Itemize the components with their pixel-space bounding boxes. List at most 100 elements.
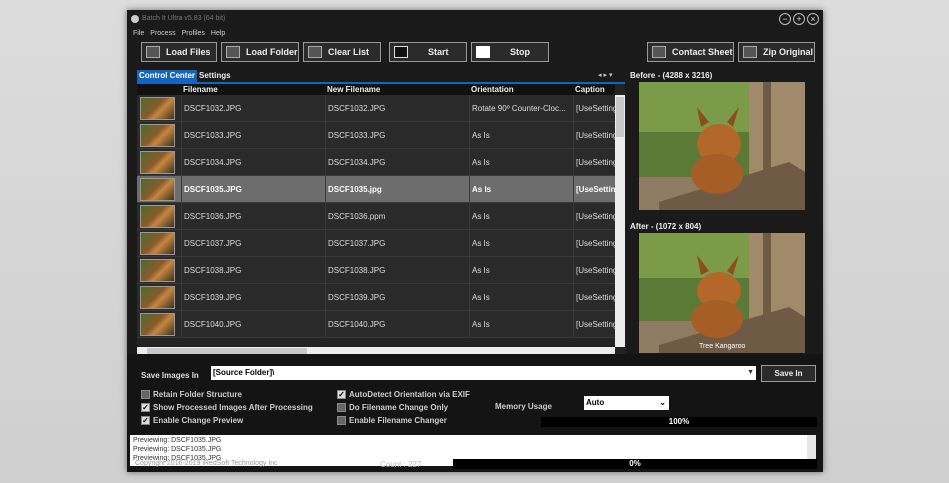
- column-new-filename[interactable]: New Filename: [327, 85, 380, 94]
- toolbar: Load Files Load Folder Clear List Start …: [139, 42, 819, 62]
- save-in-button[interactable]: Save In: [761, 365, 816, 382]
- maximize-icon[interactable]: +: [793, 13, 805, 25]
- window-title: Batch It Ultra v5.83 (64 bit): [142, 15, 226, 22]
- process-progress-bar: 0%: [453, 459, 817, 469]
- cell-orientation: As Is: [469, 230, 573, 257]
- cell-caption: [UseSetting: [573, 95, 615, 122]
- filename-changer-label: Enable Filename Changer: [349, 416, 447, 425]
- checkbox-icon: [337, 403, 346, 412]
- cell-new-filename: DSCF1033.JPG: [325, 122, 469, 149]
- start-button[interactable]: Start: [389, 42, 467, 62]
- zip-icon: [743, 46, 757, 58]
- document-icon: [308, 46, 322, 58]
- cell-caption: [UseSetting: [573, 122, 615, 149]
- cell-caption: [UseSetting: [573, 257, 615, 284]
- contact-sheet-button[interactable]: Contact Sheet: [647, 42, 734, 62]
- background: Batch It Ultra v5.83 (64 bit) − + × File…: [0, 0, 949, 483]
- before-image: [639, 82, 805, 210]
- cell-caption: [UseSetting: [573, 230, 615, 257]
- cell-new-filename: DSCF1038.JPG: [325, 257, 469, 284]
- grid-icon: [652, 46, 666, 58]
- table-row[interactable]: DSCF1036.JPG DSCF1036.ppm As Is [UseSetting: [137, 203, 615, 230]
- table-row[interactable]: DSCF1035.JPGDSCF1035.jpgAs Is[UseSetting: [137, 176, 615, 203]
- column-filename[interactable]: Filename: [183, 85, 218, 94]
- cell-orientation: As Is: [469, 311, 573, 338]
- table-row[interactable]: DSCF1034.JPG DSCF1034.JPG As Is [UseSetting: [137, 149, 615, 176]
- app-window: Batch It Ultra v5.83 (64 bit) − + × File…: [127, 10, 823, 472]
- thumbnail-image: [140, 205, 175, 228]
- table-row[interactable]: DSCF1033.JPG DSCF1033.JPG As Is [UseSetting: [137, 122, 615, 149]
- chevron-down-icon[interactable]: ▼: [747, 366, 754, 380]
- filename-only-checkbox[interactable]: Do Filename Change Only: [337, 403, 448, 412]
- menu-profiles[interactable]: Profiles: [182, 30, 205, 37]
- cell-new-filename: DSCF1040.JPG: [325, 311, 469, 338]
- grid-body: DSCF1032.JPG DSCF1032.JPG Rotate 90º Count…: [137, 95, 615, 347]
- cell-caption: [UseSetting: [573, 149, 615, 176]
- table-row[interactable]: DSCF1039.JPG DSCF1039.JPG As Is [UseSetting: [137, 284, 615, 311]
- column-caption[interactable]: Caption: [575, 85, 605, 94]
- copyright-text: Copyright 2016-2019 iRedSoft Technology …: [135, 460, 278, 467]
- image-icon: [146, 46, 160, 58]
- load-folder-button[interactable]: Load Folder: [221, 42, 299, 62]
- enable-preview-checkbox[interactable]: ✓ Enable Change Preview: [141, 416, 243, 425]
- cell-filename: DSCF1038.JPG: [181, 257, 325, 284]
- thumbnail-image: [140, 97, 175, 120]
- column-orientation[interactable]: Orientation: [471, 85, 514, 94]
- kangaroo-photo-after: [639, 233, 805, 353]
- retain-folder-checkbox[interactable]: Retain Folder Structure: [141, 390, 242, 399]
- cell-orientation: As Is: [469, 284, 573, 311]
- cell-filename: DSCF1035.JPG: [181, 176, 325, 203]
- cell-new-filename: DSCF1039.JPG: [325, 284, 469, 311]
- log-line: Previewing: DSCF1035.JPG: [133, 446, 222, 453]
- title-bar: Batch It Ultra v5.83 (64 bit) − + ×: [127, 10, 823, 28]
- memory-usage-label: Memory Usage: [495, 402, 552, 411]
- tab-control-center[interactable]: Control Center: [137, 70, 197, 82]
- load-folder-label: Load Folder: [246, 47, 298, 57]
- cell-filename: DSCF1034.JPG: [181, 149, 325, 176]
- checkbox-icon: [337, 416, 346, 425]
- cell-filename: DSCF1032.JPG: [181, 95, 325, 122]
- minimize-icon[interactable]: −: [779, 13, 791, 25]
- table-row[interactable]: DSCF1038.JPG DSCF1038.JPG As Is [UseSetting: [137, 257, 615, 284]
- cell-new-filename: DSCF1032.JPG: [325, 95, 469, 122]
- bottom-panel: Save Images In [Source Folder]\ ▼ Save I…: [127, 354, 823, 472]
- thumbnail-image: [140, 259, 175, 282]
- load-files-button[interactable]: Load Files: [141, 42, 217, 62]
- grid-vertical-scrollbar[interactable]: [615, 95, 625, 347]
- zip-original-button[interactable]: Zip Original: [738, 42, 815, 62]
- menu-help[interactable]: Help: [211, 30, 225, 37]
- save-folder-combo[interactable]: [Source Folder]\ ▼: [211, 366, 756, 380]
- menu-file[interactable]: File: [133, 30, 144, 37]
- close-icon[interactable]: ×: [807, 13, 819, 25]
- cell-new-filename: DSCF1034.JPG: [325, 149, 469, 176]
- play-icon: [394, 46, 408, 58]
- cell-filename: DSCF1040.JPG: [181, 311, 325, 338]
- checkbox-checked-icon: ✓: [141, 403, 150, 412]
- tab-scroll-arrows[interactable]: ◂▸▾: [598, 71, 615, 79]
- menu-process[interactable]: Process: [150, 30, 175, 37]
- stop-button[interactable]: Stop: [471, 42, 549, 62]
- memory-usage-select[interactable]: Auto ⌄: [584, 396, 669, 410]
- thumbnail-image: [140, 124, 175, 147]
- checkbox-checked-icon: ✓: [337, 390, 346, 399]
- chevron-down-icon[interactable]: ⌄: [659, 396, 666, 410]
- show-processed-checkbox[interactable]: ✓ Show Processed Images After Processing: [141, 403, 313, 412]
- scrollbar-thumb[interactable]: [616, 97, 624, 137]
- thumbnail-image: [140, 232, 175, 255]
- filename-changer-checkbox[interactable]: Enable Filename Changer: [337, 416, 447, 425]
- memory-usage-value: Auto: [586, 398, 605, 407]
- enable-preview-label: Enable Change Preview: [153, 416, 244, 425]
- clear-list-button[interactable]: Clear List: [303, 42, 381, 62]
- tab-settings[interactable]: Settings: [197, 70, 233, 82]
- checkbox-icon: [141, 390, 150, 399]
- thumbnail-image: [140, 286, 175, 309]
- table-row[interactable]: DSCF1037.JPG DSCF1037.JPG As Is [UseSetting: [137, 230, 615, 257]
- table-row[interactable]: DSCF1040.JPG DSCF1040.JPG As Is [UseSetting: [137, 311, 615, 338]
- file-grid: Filename New Filename Orientation Captio…: [137, 82, 625, 356]
- table-row[interactable]: DSCF1032.JPG DSCF1032.JPG Rotate 90º Count…: [137, 95, 615, 122]
- menu-bar: File Process Profiles Help: [133, 30, 225, 37]
- autodetect-checkbox[interactable]: ✓ AutoDetect Orientation via EXIF: [337, 390, 470, 399]
- cell-new-filename: DSCF1035.jpg: [325, 176, 469, 203]
- cell-new-filename: DSCF1037.JPG: [325, 230, 469, 257]
- retain-folder-label: Retain Folder Structure: [153, 390, 242, 399]
